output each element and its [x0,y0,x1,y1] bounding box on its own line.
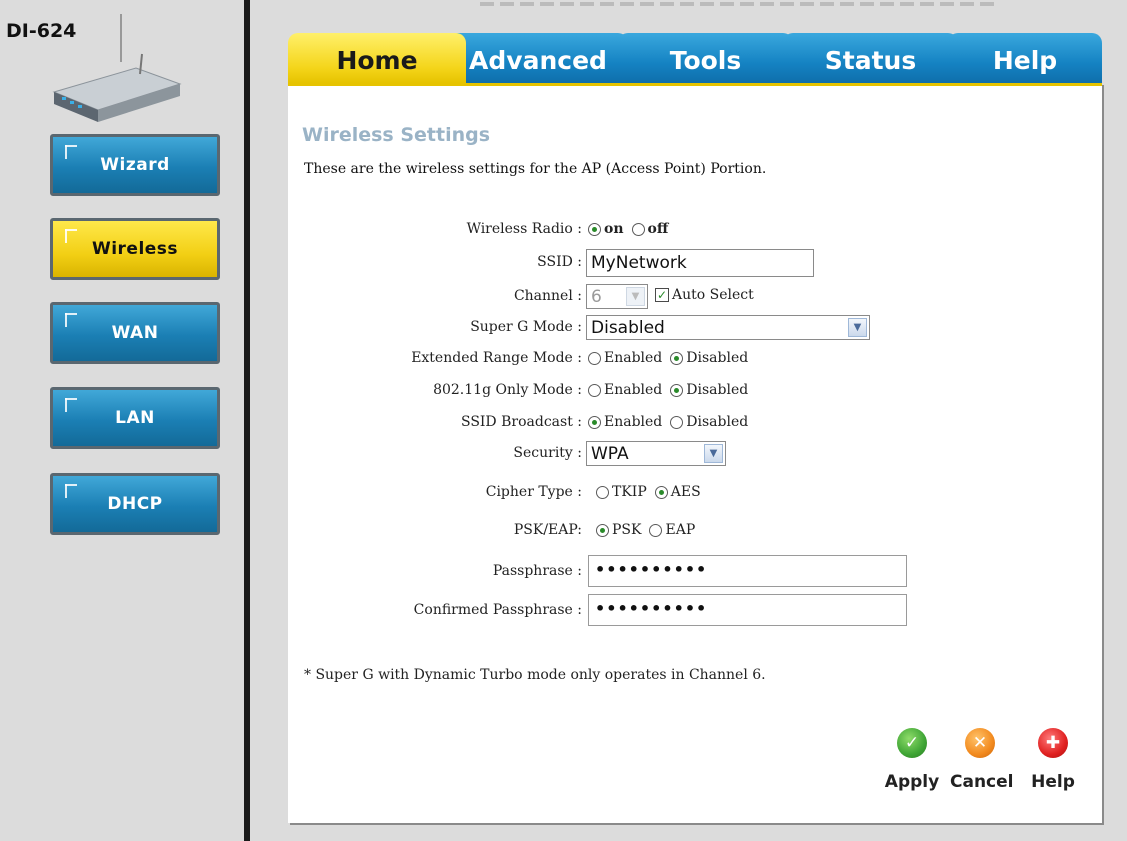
wireless-radio-label: Wireless Radio : [466,221,582,237]
option-label: Enabled [604,350,663,366]
tab-label: Status [824,46,917,75]
wireless-radio-off[interactable] [631,222,645,236]
security-label: Security : [513,445,582,461]
passphrase-label: Passphrase : [492,563,582,579]
psk-eap-label: PSK/EAP: [513,522,582,538]
option-label: Disabled [686,382,749,398]
super-g-label: Super G Mode : [470,319,582,335]
auto-select-group: ✓ Auto Select [655,287,754,303]
channel-select[interactable]: 6 ▼ [586,284,648,309]
help-button[interactable]: ✚ Help [1023,728,1083,792]
option-label: PSK [612,522,642,538]
option-label: Enabled [604,382,663,398]
cancel-label: Cancel [950,772,1014,792]
chevron-down-icon: ▼ [704,444,723,463]
sidebar-item-wan[interactable]: WAN [50,302,220,364]
apply-label: Apply [884,772,940,792]
extended-range-group: Enabled Disabled [588,350,756,366]
auto-select-label: Auto Select [672,287,754,303]
chevron-down-icon: ▼ [848,318,867,337]
auto-select-checkbox[interactable]: ✓ [655,288,669,302]
check-icon: ✓ [897,728,927,758]
main-tabs: Advanced Tools Status Help Home [288,33,1102,83]
tab-help[interactable]: Help [948,33,1102,83]
option-label: off [647,221,669,237]
option-label: TKIP [612,484,647,500]
option-label: AES [670,484,701,500]
tab-advanced[interactable]: Advanced [448,33,628,83]
option-label: Disabled [686,414,749,430]
chevron-down-icon: ▼ [626,287,645,306]
page-description: These are the wireless settings for the … [304,161,767,177]
security-select[interactable]: WPA ▼ [586,441,726,466]
ssid-broadcast-label: SSID Broadcast : [460,414,582,430]
g-only-disabled[interactable] [670,383,684,397]
cancel-button[interactable]: ✕ Cancel [950,728,1014,792]
sidebar-item-label: WAN [111,323,159,343]
ssid-label: SSID : [537,254,582,270]
channel-value: 6 [591,286,602,307]
ssid-broadcast-disabled[interactable] [670,415,684,429]
cipher-aes[interactable] [654,485,668,499]
g-only-label: 802.11g Only Mode : [433,382,582,398]
extended-range-enabled[interactable] [588,351,601,365]
psk-radio[interactable] [596,523,609,537]
extended-range-disabled[interactable] [670,351,684,365]
tab-label: Tools [669,46,742,75]
tab-label: Advanced [469,46,607,75]
tab-tools[interactable]: Tools [618,33,793,83]
sidebar-item-wizard[interactable]: Wizard [50,134,220,196]
psk-eap-group: PSK EAP [596,522,703,538]
ssid-broadcast-enabled[interactable] [588,415,601,429]
passphrase-input[interactable]: •••••••••• [588,555,907,587]
x-icon: ✕ [965,728,995,758]
tab-label: Help [992,46,1058,75]
sidebar-item-label: LAN [115,408,155,428]
help-label: Help [1031,772,1075,792]
option-label: Enabled [604,414,663,430]
tab-label: Home [336,46,418,75]
channel-label: Channel : [513,288,582,304]
extended-range-label: Extended Range Mode : [411,350,582,366]
g-only-group: Enabled Disabled [588,382,756,398]
option-label: on [604,221,624,237]
sidebar-item-dhcp[interactable]: DHCP [50,473,220,535]
eap-radio[interactable] [649,523,663,537]
sidebar-item-lan[interactable]: LAN [50,387,220,449]
plus-icon: ✚ [1038,728,1068,758]
footnote: * Super G with Dynamic Turbo mode only o… [304,667,766,683]
super-g-select[interactable]: Disabled ▼ [586,315,870,340]
option-label: Disabled [686,350,749,366]
security-value: WPA [591,443,629,464]
ssid-broadcast-group: Enabled Disabled [588,414,756,430]
apply-button[interactable]: ✓ Apply [882,728,942,792]
sidebar-item-label: Wireless [91,239,179,259]
sidebar-item-label: Wizard [100,155,170,175]
device-model: DI-624 [6,20,77,42]
wireless-radio-on[interactable] [588,222,601,236]
confirm-passphrase-input[interactable]: •••••••••• [588,594,907,626]
header-strip [480,0,1000,10]
tab-status[interactable]: Status [783,33,958,83]
cipher-label: Cipher Type : [485,484,582,500]
confirm-passphrase-label: Confirmed Passphrase : [413,602,582,618]
super-g-value: Disabled [591,317,665,338]
tab-home[interactable]: Home [288,33,466,83]
option-label: EAP [665,522,696,538]
sidebar-item-wireless[interactable]: Wireless [50,218,220,280]
ssid-input[interactable] [586,249,814,277]
g-only-enabled[interactable] [588,383,601,397]
wireless-radio-group: on off [588,221,676,237]
router-image [52,53,182,122]
page-title: Wireless Settings [302,124,491,146]
sidebar-item-label: DHCP [107,494,163,514]
cipher-tkip[interactable] [596,485,609,499]
cipher-group: TKIP AES [596,484,709,500]
